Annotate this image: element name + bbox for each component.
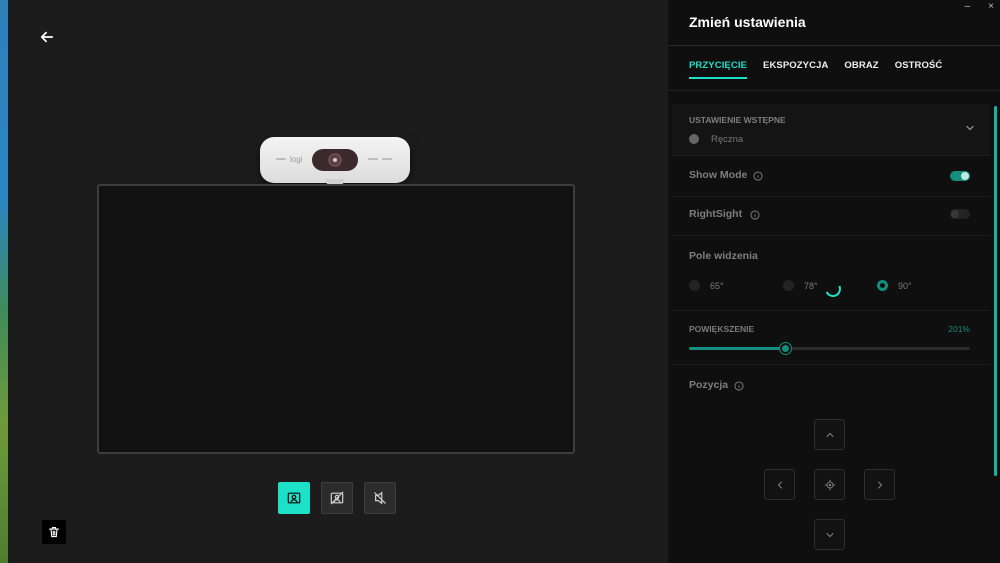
camera-preview-monitor bbox=[97, 184, 575, 454]
info-icon[interactable] bbox=[753, 171, 763, 181]
fov-radio-78[interactable] bbox=[783, 280, 794, 291]
tab-exposure[interactable]: EKSPOZYCJA bbox=[763, 60, 828, 79]
show-mode-toggle[interactable] bbox=[950, 171, 970, 181]
fov-option-label: 78° bbox=[804, 280, 818, 291]
camera-lens-housing bbox=[312, 149, 358, 171]
fov-option-label: 65° bbox=[710, 280, 724, 291]
camera-lens bbox=[328, 153, 342, 167]
zoom-slider[interactable] bbox=[689, 343, 970, 354]
fov-label: Pole widzenia bbox=[689, 250, 758, 262]
pan-right-button[interactable] bbox=[864, 469, 895, 500]
position-label: Pozycja bbox=[689, 379, 729, 391]
close-button[interactable]: × bbox=[988, 2, 994, 12]
info-icon[interactable] bbox=[734, 381, 744, 391]
fov-radio-90[interactable] bbox=[877, 280, 888, 291]
camera-brand-logo: logi bbox=[290, 155, 303, 164]
row-separator bbox=[672, 196, 990, 197]
row-separator bbox=[672, 310, 990, 311]
rightsight-label: RightSight bbox=[689, 208, 743, 220]
tab-crop[interactable]: PRZYCIĘCIE bbox=[689, 60, 748, 79]
zoom-label: POWIĘKSZENIE bbox=[689, 324, 755, 334]
center-position-button[interactable] bbox=[814, 469, 845, 500]
trash-icon bbox=[48, 526, 60, 538]
panel-title: Zmień ustawienia bbox=[689, 14, 806, 30]
app-window: logi – × Zmień ustawienia PRZYCIĘCIE EKS… bbox=[0, 0, 1000, 563]
minimize-button[interactable]: – bbox=[965, 2, 971, 12]
rightsight-toggle[interactable] bbox=[950, 209, 970, 219]
zoom-slider-fill bbox=[689, 347, 785, 350]
window-controls: – × bbox=[965, 2, 994, 12]
chevron-down-icon bbox=[966, 125, 974, 131]
scrollbar-thumb[interactable] bbox=[994, 106, 997, 476]
zoom-slider-thumb[interactable] bbox=[779, 343, 791, 354]
chevron-left-icon bbox=[777, 480, 782, 489]
background-blur-off-icon bbox=[330, 491, 344, 505]
loading-spinner-icon bbox=[822, 278, 844, 300]
chevron-up-icon bbox=[825, 432, 834, 437]
chevron-down-icon bbox=[825, 532, 834, 537]
chevron-right-icon bbox=[877, 480, 882, 489]
tabs-divider bbox=[668, 90, 1000, 91]
preset-value: Ręczna bbox=[711, 134, 744, 145]
frame-mode-button[interactable] bbox=[278, 482, 310, 514]
fov-option-65[interactable]: 65° bbox=[689, 280, 724, 291]
pan-up-button[interactable] bbox=[814, 419, 845, 450]
preset-label: USTAWIENIE WSTĘPNE bbox=[689, 115, 786, 125]
person-frame-icon bbox=[287, 492, 301, 504]
camera-indicator-right bbox=[368, 158, 378, 160]
show-mode-label: Show Mode bbox=[689, 169, 748, 181]
preview-area: logi bbox=[8, 0, 668, 563]
pan-left-button[interactable] bbox=[764, 469, 795, 500]
camera-indicator-left bbox=[276, 158, 286, 160]
arrow-left-icon bbox=[40, 31, 54, 43]
back-button[interactable] bbox=[38, 28, 56, 46]
info-icon[interactable] bbox=[750, 210, 760, 220]
mic-off-button[interactable] bbox=[364, 482, 396, 514]
tab-focus[interactable]: OSTROŚĆ bbox=[895, 60, 943, 79]
crosshair-icon bbox=[824, 479, 835, 490]
fov-option-90[interactable]: 90° bbox=[877, 280, 912, 291]
tab-image[interactable]: OBRAZ bbox=[844, 60, 878, 79]
row-separator bbox=[672, 235, 990, 236]
fov-option-label: 90° bbox=[898, 280, 912, 291]
zoom-value: 201% bbox=[948, 324, 970, 334]
fov-option-78[interactable]: 78° bbox=[783, 280, 818, 291]
desktop-background-strip bbox=[0, 0, 8, 563]
pan-down-button[interactable] bbox=[814, 519, 845, 550]
mic-off-icon bbox=[374, 491, 386, 505]
mode-button-group bbox=[278, 482, 396, 514]
background-off-button[interactable] bbox=[321, 482, 353, 514]
row-separator bbox=[672, 364, 990, 365]
camera-indicator-right-2 bbox=[382, 158, 392, 160]
preset-status-dot bbox=[689, 134, 699, 144]
trash-button[interactable] bbox=[42, 520, 66, 544]
settings-panel: – × Zmień ustawienia PRZYCIĘCIE EKSPOZYC… bbox=[668, 0, 1000, 563]
title-divider bbox=[668, 45, 1000, 46]
preset-dropdown[interactable]: USTAWIENIE WSTĘPNE Ręczna bbox=[672, 104, 990, 156]
fov-radio-65[interactable] bbox=[689, 280, 700, 291]
settings-tabs: PRZYCIĘCIE EKSPOZYCJA OBRAZ OSTROŚĆ bbox=[689, 60, 942, 79]
webcam-illustration: logi bbox=[260, 137, 410, 185]
